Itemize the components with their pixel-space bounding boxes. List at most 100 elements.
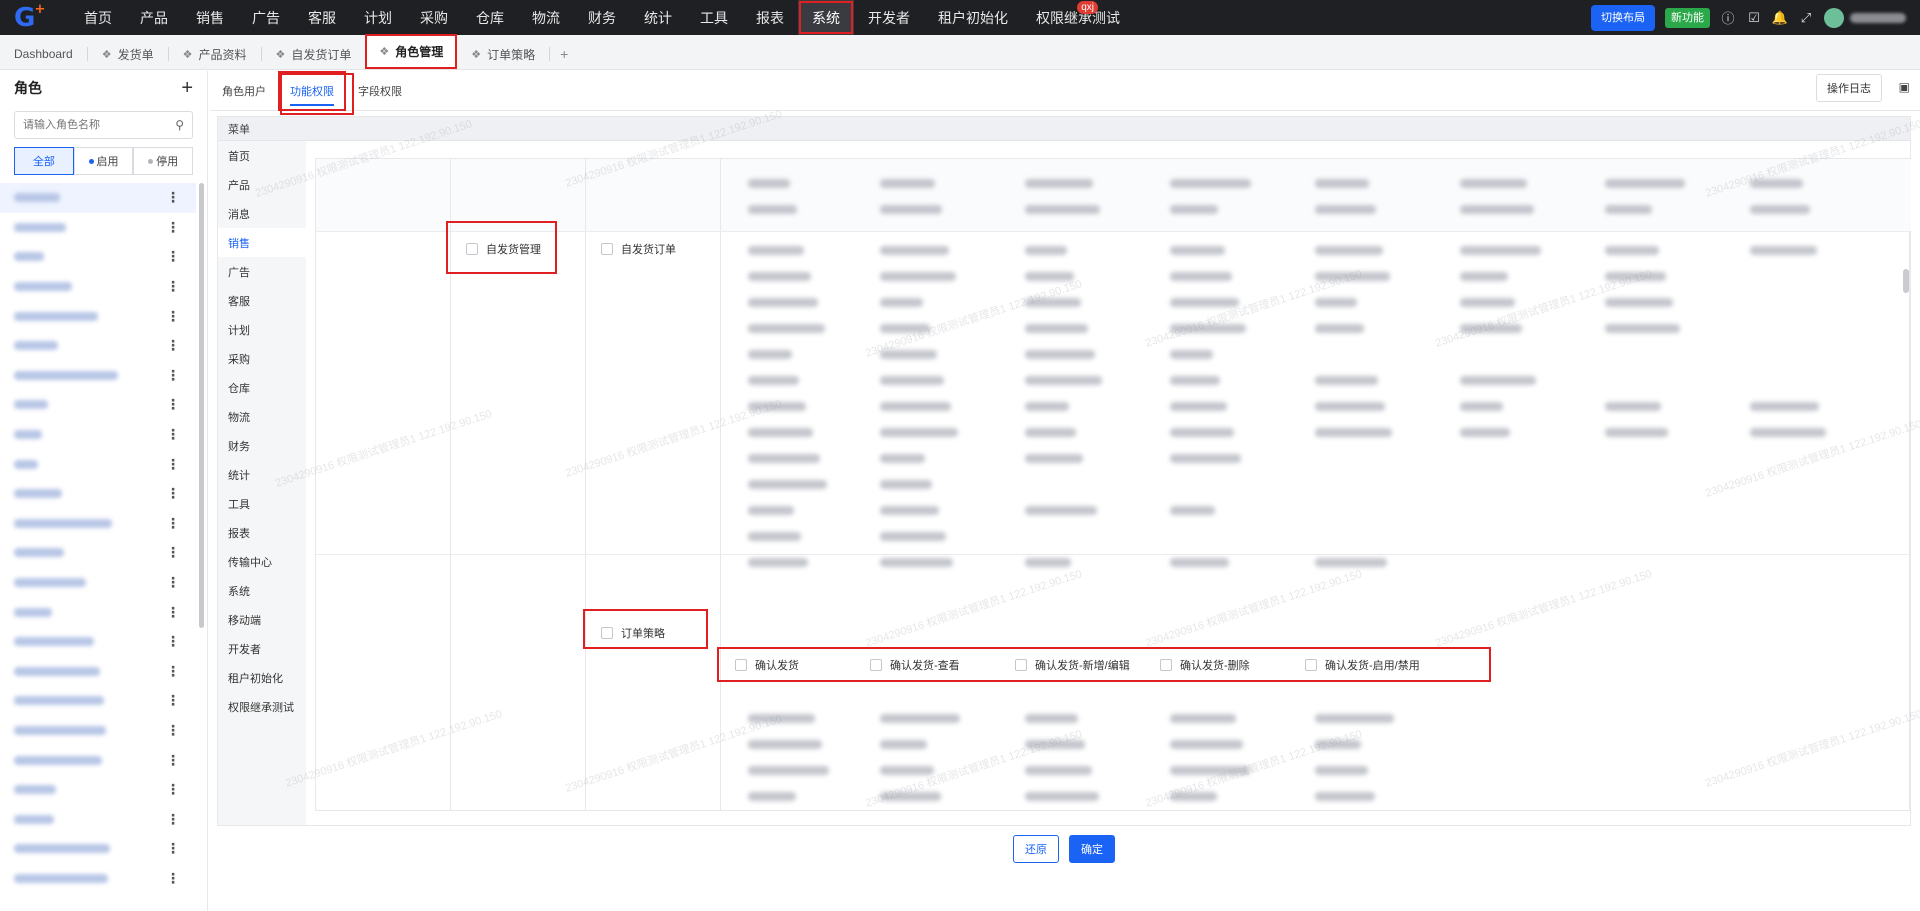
role-list-item[interactable]: ⋮	[0, 804, 196, 834]
role-list-item[interactable]: ⋮	[0, 627, 196, 657]
new-feature-button[interactable]: 新功能	[1665, 7, 1710, 28]
nav-item-system[interactable]: 系统	[798, 0, 854, 35]
filter-all[interactable]: 全部	[14, 147, 74, 175]
tab-function-permission[interactable]: 功能权限	[278, 70, 346, 111]
more-icon[interactable]: ⋮	[166, 219, 180, 236]
more-icon[interactable]: ⋮	[166, 396, 180, 413]
nav-item-product[interactable]: 产品	[126, 0, 182, 35]
role-search-box[interactable]: ⚲	[14, 111, 193, 139]
nav-item-ads[interactable]: 广告	[238, 0, 294, 35]
more-icon[interactable]: ⋮	[166, 189, 180, 206]
perm-confirm-ship-delete[interactable]: 确认发货-删除	[1160, 657, 1250, 673]
more-icon[interactable]: ⋮	[166, 633, 180, 650]
switch-layout-button[interactable]: 切换布局	[1591, 4, 1655, 31]
role-list-item[interactable]: ⋮	[0, 538, 196, 568]
more-icon[interactable]: ⋮	[166, 663, 180, 680]
role-list-item[interactable]: ⋮	[0, 568, 196, 598]
nav-item-sales[interactable]: 销售	[182, 0, 238, 35]
checkbox[interactable]	[870, 659, 882, 671]
role-search-input[interactable]	[23, 119, 153, 131]
menu-item-warehouse[interactable]: 仓库	[218, 373, 306, 402]
role-list-item[interactable]: ⋮	[0, 449, 196, 479]
menu-item-service[interactable]: 客服	[218, 286, 306, 315]
filter-disabled[interactable]: 停用	[133, 147, 194, 175]
book-icon[interactable]: ▣	[1899, 80, 1910, 94]
more-icon[interactable]: ⋮	[166, 337, 180, 354]
menu-item-permission-test[interactable]: 权限继承测试	[218, 692, 306, 721]
tab-role-users[interactable]: 角色用户	[210, 71, 278, 111]
more-icon[interactable]: ⋮	[166, 515, 180, 532]
menu-item-product[interactable]: 产品	[218, 170, 306, 199]
more-icon[interactable]: ⋮	[166, 485, 180, 502]
nav-item-tools[interactable]: 工具	[686, 0, 742, 35]
nav-item-stats[interactable]: 统计	[630, 0, 686, 35]
confirm-button[interactable]: 确定	[1069, 835, 1115, 863]
tab-role-management[interactable]: ❖ 角色管理	[365, 34, 458, 69]
perm-self-ship-management[interactable]: 自发货管理	[466, 241, 541, 257]
filter-enabled[interactable]: 启用	[73, 147, 134, 175]
operation-log-button[interactable]: 操作日志	[1816, 74, 1882, 102]
role-list-item[interactable]: ⋮	[0, 775, 196, 805]
tab-self-ship-order[interactable]: ❖ 自发货订单	[262, 39, 366, 69]
menu-item-system[interactable]: 系统	[218, 576, 306, 605]
nav-item-permission-test[interactable]: 权限继承测试 qxj	[1022, 0, 1134, 35]
role-list-item[interactable]: ⋮	[0, 834, 196, 864]
more-icon[interactable]: ⋮	[166, 752, 180, 769]
role-list-item[interactable]: ⋮	[0, 716, 196, 746]
tab-dashboard[interactable]: Dashboard	[0, 39, 87, 69]
role-list-item[interactable]: ⋮	[0, 597, 196, 627]
task-icon[interactable]: ☑	[1746, 10, 1762, 26]
nav-item-service[interactable]: 客服	[294, 0, 350, 35]
more-icon[interactable]: ⋮	[166, 308, 180, 325]
menu-item-mobile[interactable]: 移动端	[218, 605, 306, 634]
nav-item-home[interactable]: 首页	[70, 0, 126, 35]
role-list-item[interactable]: ⋮	[0, 657, 196, 687]
role-list-scrollbar[interactable]	[199, 183, 204, 628]
role-list-item[interactable]: ⋮	[0, 361, 196, 391]
more-icon[interactable]: ⋮	[166, 604, 180, 621]
nav-item-finance[interactable]: 财务	[574, 0, 630, 35]
tab-shipping-order[interactable]: ❖ 发货单	[88, 39, 168, 69]
more-icon[interactable]: ⋮	[166, 692, 180, 709]
perm-confirm-ship-toggle[interactable]: 确认发货-启用/禁用	[1305, 657, 1420, 673]
more-icon[interactable]: ⋮	[166, 811, 180, 828]
more-icon[interactable]: ⋮	[166, 367, 180, 384]
role-list-item[interactable]: ⋮	[0, 745, 196, 775]
perm-confirm-ship-edit[interactable]: 确认发货-新增/编辑	[1015, 657, 1130, 673]
menu-item-plan[interactable]: 计划	[218, 315, 306, 344]
role-list-item[interactable]: ⋮	[0, 686, 196, 716]
role-list-item[interactable]: ⋮	[0, 183, 196, 213]
menu-item-purchase[interactable]: 采购	[218, 344, 306, 373]
nav-item-reports[interactable]: 报表	[742, 0, 798, 35]
more-icon[interactable]: ⋮	[166, 781, 180, 798]
more-icon[interactable]: ⋮	[166, 722, 180, 739]
menu-item-message[interactable]: 消息	[218, 199, 306, 228]
fullscreen-icon[interactable]: ⤢	[1798, 10, 1814, 26]
role-list-item[interactable]: ⋮	[0, 213, 196, 243]
more-icon[interactable]: ⋮	[166, 278, 180, 295]
tab-order-strategy[interactable]: ❖ 订单策略	[457, 39, 549, 69]
nav-item-purchase[interactable]: 采购	[406, 0, 462, 35]
more-icon[interactable]: ⋮	[166, 574, 180, 591]
tab-product-info[interactable]: ❖ 产品资料	[169, 39, 261, 69]
perm-self-ship-order[interactable]: 自发货订单	[601, 241, 676, 257]
menu-item-sales[interactable]: 销售	[218, 228, 306, 257]
reset-button[interactable]: 还原	[1013, 835, 1059, 863]
nav-item-tenant-init[interactable]: 租户初始化	[924, 0, 1022, 35]
more-icon[interactable]: ⋮	[166, 840, 180, 857]
tab-field-permission[interactable]: 字段权限	[346, 71, 414, 111]
add-role-button[interactable]: +	[181, 77, 193, 100]
menu-item-logistics[interactable]: 物流	[218, 402, 306, 431]
menu-item-stats[interactable]: 统计	[218, 460, 306, 489]
checkbox[interactable]	[1015, 659, 1027, 671]
role-list-item[interactable]: ⋮	[0, 479, 196, 509]
nav-item-developer[interactable]: 开发者	[854, 0, 924, 35]
role-list-item[interactable]: ⋮	[0, 301, 196, 331]
tree-scrollbar[interactable]	[1903, 269, 1909, 293]
checkbox[interactable]	[1160, 659, 1172, 671]
add-tab-button[interactable]: +	[550, 39, 578, 69]
menu-item-transfer-center[interactable]: 传输中心	[218, 547, 306, 576]
nav-item-logistics[interactable]: 物流	[518, 0, 574, 35]
role-list-item[interactable]: ⋮	[0, 420, 196, 450]
menu-item-finance[interactable]: 财务	[218, 431, 306, 460]
